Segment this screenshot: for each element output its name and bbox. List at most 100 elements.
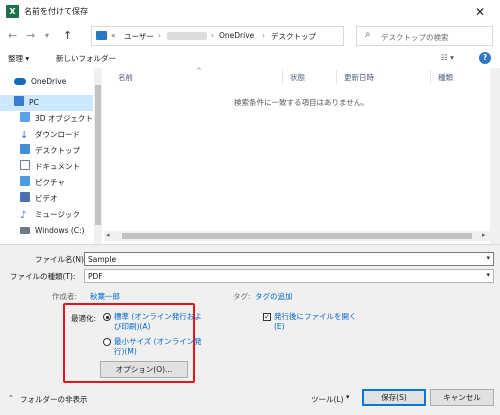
overflow-chevron-icon[interactable]: « <box>111 31 116 40</box>
column-header-type[interactable]: 種類 <box>438 72 453 83</box>
breadcrumb-separator-icon: › <box>158 31 161 40</box>
music-note-icon: ♪ <box>20 210 27 221</box>
open-after-publish-label-line2[interactable]: (E) <box>274 322 285 331</box>
pc-icon <box>96 31 107 40</box>
list-vertical-scrollbar[interactable] <box>490 68 500 244</box>
view-options-icon[interactable]: ☷ ▾ <box>441 53 454 62</box>
search-icon: ⌕ <box>365 29 371 40</box>
nav-item-downloads[interactable]: ↓ ダウンロード <box>0 127 93 143</box>
radio-standard-label-line1[interactable]: 標準 (オンライン発行およ <box>114 312 202 321</box>
download-arrow-icon: ↓ <box>20 130 29 141</box>
help-icon[interactable]: ? <box>479 52 491 64</box>
scroll-right-icon[interactable]: ▸ <box>482 231 486 239</box>
column-divider[interactable] <box>430 70 431 84</box>
breadcrumb-desktop[interactable]: デスクトップ <box>271 31 316 42</box>
nav-item-3d-objects[interactable]: 3D オブジェクト <box>0 111 93 127</box>
nav-item-windows-c[interactable]: Windows (C:) <box>0 223 93 239</box>
nav-label: 3D オブジェクト <box>35 114 93 123</box>
nav-label: Windows (C:) <box>35 226 85 235</box>
empty-message: 検索条件に一致する項目はありません。 <box>234 98 369 107</box>
video-icon <box>20 192 30 202</box>
nav-label: ビデオ <box>35 194 58 203</box>
search-box[interactable]: ⌕ デスクトップの検索 <box>356 26 493 46</box>
desktop-icon <box>20 144 30 154</box>
new-folder-button[interactable]: 新しいフォルダー <box>56 53 116 64</box>
nav-item-pc[interactable]: PC <box>0 95 93 111</box>
chevron-up-icon[interactable]: ⌃ <box>8 394 14 402</box>
sort-ascending-icon: ^ <box>196 67 202 75</box>
excel-app-icon: X <box>6 5 19 18</box>
nav-label: OneDrive <box>31 77 67 86</box>
hide-folders-link[interactable]: フォルダーの非表示 <box>20 394 88 405</box>
tools-dropdown-icon[interactable]: ▾ <box>346 393 350 401</box>
tags-label: タグ: <box>233 292 251 301</box>
options-button[interactable]: オプション(O)... <box>100 361 188 378</box>
radio-standard[interactable] <box>103 313 111 321</box>
filetype-select[interactable]: PDF ▾ <box>84 269 494 283</box>
author-value[interactable]: 秋葉一郎 <box>90 291 120 302</box>
column-divider[interactable] <box>336 70 337 84</box>
nav-label: ピクチャ <box>35 178 65 187</box>
breadcrumb-onedrive[interactable]: OneDrive <box>219 31 254 40</box>
filetype-label: ファイルの種類(T): <box>10 272 76 281</box>
filename-value: Sample <box>88 255 117 264</box>
filename-dropdown-icon[interactable]: ▾ <box>486 254 490 262</box>
back-arrow-icon[interactable]: ← <box>8 29 17 43</box>
filename-input[interactable]: Sample ▾ <box>84 252 494 266</box>
cube-icon <box>20 112 30 122</box>
address-bar[interactable]: « ユーザー › › OneDrive › デスクトップ ▾ ↻ <box>91 26 427 46</box>
save-button[interactable]: 保存(S) <box>362 389 426 406</box>
author-label: 作成者: <box>52 292 78 301</box>
nav-label: PC <box>29 98 39 107</box>
nav-item-desktop[interactable]: デスクトップ <box>0 143 93 159</box>
pc-icon <box>14 96 24 106</box>
up-arrow-icon[interactable]: ↑ <box>63 29 72 43</box>
filename-label: ファイル名(N): <box>35 255 87 264</box>
picture-icon <box>20 176 30 186</box>
navigation-pane: OneDrive PC 3D オブジェクト ↓ ダウンロード デスクトップ ドキュ… <box>0 68 104 244</box>
nav-item-onedrive[interactable]: OneDrive <box>0 74 93 90</box>
column-header-name[interactable]: 名前 <box>118 72 133 83</box>
window-title: 名前を付けて保存 <box>24 7 88 16</box>
open-after-publish-label-line1[interactable]: 発行後にファイルを開く <box>274 312 357 321</box>
tools-menu[interactable]: ツール(L) <box>311 394 344 405</box>
file-list[interactable]: 名前 ^ 状態 更新日時 種類 検索条件に一致する項目はありません。 <box>104 67 500 244</box>
nav-label: ミュージック <box>35 210 80 219</box>
title-bar: X 名前を付けて保存 ✕ <box>0 0 500 24</box>
close-button[interactable]: ✕ <box>468 3 492 21</box>
nav-item-videos[interactable]: ビデオ <box>0 191 93 207</box>
search-placeholder: デスクトップの検索 <box>381 33 449 42</box>
breadcrumb-separator-icon: › <box>262 31 265 40</box>
breadcrumb-users[interactable]: ユーザー <box>124 31 154 42</box>
nav-label: デスクトップ <box>35 146 80 155</box>
recent-dropdown-icon[interactable]: ▾ <box>45 29 49 43</box>
list-horizontal-thumb[interactable] <box>122 233 472 239</box>
forward-arrow-icon[interactable]: → <box>26 29 35 43</box>
optimize-label: 最適化: <box>71 314 97 323</box>
nav-item-pictures[interactable]: ピクチャ <box>0 175 93 191</box>
radio-minimum-label-line2[interactable]: 行)(M) <box>114 347 137 356</box>
nav-label: ダウンロード <box>35 130 80 139</box>
column-divider[interactable] <box>282 70 283 84</box>
radio-minimum-label-line1[interactable]: 最小サイズ (オンライン発 <box>114 337 202 346</box>
organize-button[interactable]: 整理 ▾ <box>8 53 29 64</box>
cancel-button[interactable]: キャンセル <box>430 389 494 406</box>
column-header-status[interactable]: 状態 <box>290 72 305 83</box>
nav-scrollbar-thumb[interactable] <box>95 85 101 225</box>
command-toolbar: 整理 ▾ 新しいフォルダー ☷ ▾ ? <box>0 50 500 68</box>
blurred-username <box>167 32 207 40</box>
filetype-value: PDF <box>88 272 103 281</box>
radio-minimum[interactable] <box>103 338 111 346</box>
filetype-dropdown-icon[interactable]: ▾ <box>486 271 490 279</box>
cloud-icon <box>14 78 26 85</box>
drive-icon <box>20 227 30 234</box>
nav-label: ドキュメント <box>35 162 80 171</box>
open-after-publish-checkbox[interactable]: ✓ <box>263 313 271 321</box>
nav-item-music[interactable]: ♪ ミュージック <box>0 207 93 223</box>
scroll-left-icon[interactable]: ◂ <box>106 231 110 239</box>
nav-item-documents[interactable]: ドキュメント <box>0 159 93 175</box>
column-header-modified[interactable]: 更新日時 <box>344 72 374 83</box>
radio-standard-label-line2[interactable]: び印刷)(A) <box>114 322 150 331</box>
document-icon <box>20 160 30 170</box>
tags-add-link[interactable]: タグの追加 <box>255 291 293 302</box>
